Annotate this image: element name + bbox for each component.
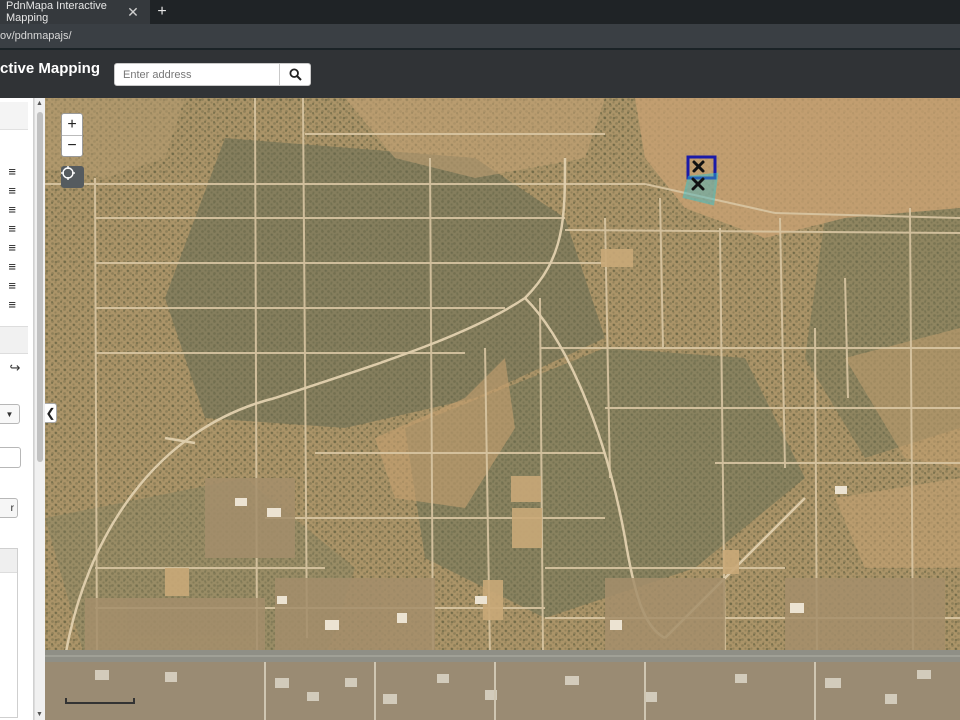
scroll-up-arrow[interactable]: ▲ [36, 100, 43, 107]
side-panel: ≡ ≡ ≡ ≡ ≡ ≡ ≡ ≡ ↪ ▼ r [0, 98, 34, 720]
browser-tab[interactable]: PdnMapa Interactive Mapping ✕ [0, 0, 150, 24]
share-icon[interactable]: ↪ [7, 360, 23, 376]
chevron-down-icon: ▼ [5, 409, 14, 419]
panel-button-label: r [10, 502, 14, 514]
address-search-input[interactable] [114, 63, 280, 86]
aerial-basemap [45, 98, 960, 720]
layer-menu-icon[interactable]: ≡ [0, 295, 28, 313]
url-text[interactable]: ov/pdnmapajs/ [0, 30, 72, 42]
browser-tab-strip: PdnMapa Interactive Mapping ✕ + [0, 0, 960, 24]
layer-menu-icon[interactable]: ≡ [0, 257, 28, 275]
panel-header [0, 102, 28, 130]
layer-menu-icon[interactable]: ≡ [0, 238, 28, 256]
layer-menu-icon[interactable]: ≡ [0, 162, 28, 180]
panel-scrollbar[interactable]: ▲ ▼ [34, 98, 45, 720]
scale-bar [65, 698, 135, 704]
scroll-down-arrow[interactable]: ▼ [36, 711, 43, 718]
panel-section-divider [0, 326, 28, 354]
zoom-out-button[interactable]: − [62, 135, 82, 156]
results-list[interactable] [0, 548, 18, 718]
address-bar[interactable]: ov/pdnmapajs/ [0, 24, 960, 50]
dropdown-select[interactable]: ▼ [0, 404, 20, 424]
chevron-left-icon: ❮ [45, 406, 56, 420]
tab-close-icon[interactable]: ✕ [124, 3, 142, 21]
search-button[interactable] [279, 63, 311, 86]
map-view[interactable]: + − ❮ [45, 98, 960, 720]
layer-menu-icon[interactable]: ≡ [0, 200, 28, 218]
search-icon [288, 68, 302, 81]
layer-menu-icon[interactable]: ≡ [0, 181, 28, 199]
layer-menu-icon[interactable]: ≡ [0, 219, 28, 237]
zoom-in-button[interactable]: + [62, 114, 82, 135]
panel-button[interactable]: r [0, 498, 18, 518]
app-header: ctive Mapping [0, 50, 960, 98]
locate-icon [61, 166, 75, 180]
locate-button[interactable] [61, 166, 84, 188]
results-list-header [0, 549, 17, 573]
app-title: ctive Mapping [0, 60, 101, 77]
layer-menu-icon[interactable]: ≡ [0, 276, 28, 294]
panel-text-input[interactable] [0, 447, 21, 468]
new-tab-button[interactable]: + [152, 2, 172, 22]
collapse-panel-button[interactable]: ❮ [45, 403, 57, 423]
zoom-control: + − [61, 113, 83, 157]
scrollbar-thumb[interactable] [37, 112, 43, 462]
